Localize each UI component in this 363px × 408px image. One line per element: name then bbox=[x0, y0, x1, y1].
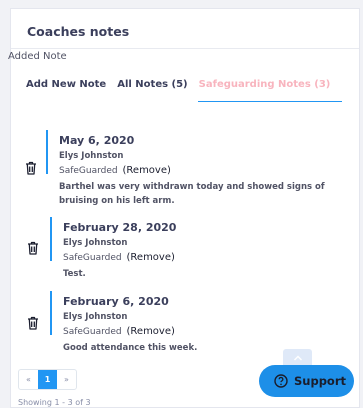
safeguarded-label: SafeGuarded bbox=[63, 327, 122, 337]
card-header: Coaches notes bbox=[11, 9, 359, 49]
note-date: February 28, 2020 bbox=[63, 221, 177, 234]
card-title: Coaches notes bbox=[27, 24, 130, 39]
chevron-up-icon bbox=[293, 355, 302, 361]
note-flag: SafeGuarded (Remove) bbox=[63, 326, 343, 337]
pagination-next[interactable]: » bbox=[57, 370, 76, 389]
note-accent-bar bbox=[50, 217, 52, 261]
pagination-prev[interactable]: « bbox=[19, 370, 38, 389]
note-text: Test. bbox=[63, 269, 86, 279]
note-flag: SafeGuarded (Remove) bbox=[59, 165, 344, 176]
note-date: May 6, 2020 bbox=[59, 134, 135, 147]
note-flag: SafeGuarded (Remove) bbox=[63, 252, 343, 263]
remove-link[interactable]: (Remove) bbox=[127, 252, 175, 263]
question-circle-icon bbox=[274, 374, 288, 388]
note-item: February 28, 2020 Elys Johnston SafeGuar… bbox=[28, 217, 346, 279]
tab-all-notes[interactable]: All Notes (5) bbox=[117, 79, 187, 102]
tab-safeguarding-notes[interactable]: Safeguarding Notes (3) bbox=[197, 79, 343, 102]
tab-add-new-note[interactable]: Add New Note bbox=[26, 79, 106, 102]
pagination: « 1 » bbox=[18, 369, 77, 390]
added-note-label: Added Note bbox=[8, 51, 67, 62]
support-button[interactable]: Support bbox=[259, 365, 354, 397]
note-accent-bar bbox=[46, 130, 48, 174]
note-author: Elys Johnston bbox=[63, 238, 128, 248]
note-date: February 6, 2020 bbox=[63, 295, 169, 308]
note-author: Elys Johnston bbox=[59, 151, 124, 161]
note-author: Elys Johnston bbox=[63, 312, 128, 322]
note-item: February 6, 2020 Elys Johnston SafeGuard… bbox=[28, 291, 346, 353]
remove-link[interactable]: (Remove) bbox=[123, 165, 171, 176]
note-item: May 6, 2020 Elys Johnston SafeGuarded (R… bbox=[26, 130, 346, 206]
note-text: Barthel was very withdrawn today and sho… bbox=[59, 182, 325, 206]
notes-tabs: Add New Note All Notes (5) Safeguarding … bbox=[26, 79, 353, 102]
trash-icon[interactable] bbox=[27, 316, 39, 330]
trash-icon[interactable] bbox=[25, 161, 37, 175]
note-accent-bar bbox=[50, 291, 52, 335]
trash-icon[interactable] bbox=[27, 241, 39, 255]
remove-link[interactable]: (Remove) bbox=[127, 326, 175, 337]
safeguarded-label: SafeGuarded bbox=[63, 253, 122, 263]
pagination-page-1[interactable]: 1 bbox=[38, 370, 57, 389]
support-label: Support bbox=[294, 374, 347, 388]
safeguarded-label: SafeGuarded bbox=[59, 166, 118, 176]
